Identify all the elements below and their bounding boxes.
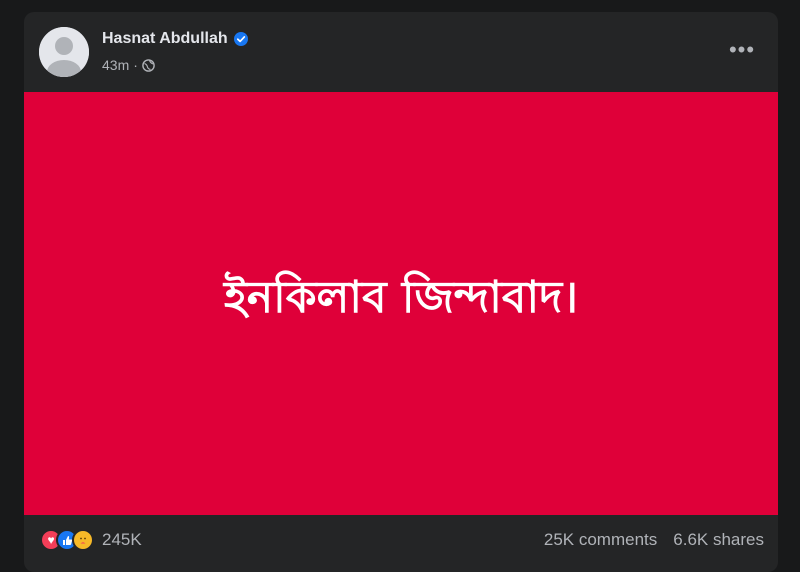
author-name-row: Hasnat Abdullah	[102, 30, 248, 48]
public-globe-icon	[142, 58, 155, 72]
author-name[interactable]: Hasnat Abdullah	[102, 30, 228, 48]
meta-separator: ·	[133, 57, 138, 73]
more-options-button[interactable]: •••	[726, 36, 758, 64]
post-image-text: ইনকিলাব জিন্দাবাদ।	[224, 272, 578, 323]
verified-badge-icon	[233, 32, 248, 46]
author-avatar[interactable]	[39, 27, 89, 77]
reaction-count: 245K	[102, 530, 142, 549]
default-avatar-icon	[39, 27, 89, 77]
post-timestamp[interactable]: 43m	[102, 57, 129, 73]
post-meta: 43m ·	[102, 57, 155, 73]
post-header: Hasnat Abdullah 43m · •••	[24, 12, 778, 92]
post-image[interactable]: ইনকিলাব জিন্দাবাদ।	[24, 92, 778, 515]
more-options-icon: •••	[728, 37, 756, 62]
care-icon	[72, 529, 94, 551]
shares-count-link[interactable]: 6.6K shares	[673, 530, 764, 550]
post-stats-bar: ♥ 245K 25K comments 6.6K shares	[24, 515, 778, 565]
comments-count-link[interactable]: 25K comments	[544, 530, 657, 550]
reactions-summary[interactable]: ♥ 245K	[40, 529, 142, 551]
engagement-stats: 25K comments 6.6K shares	[544, 530, 764, 550]
post-card: Hasnat Abdullah 43m · ••• ইনকিলাব জিন্দা…	[24, 12, 778, 572]
